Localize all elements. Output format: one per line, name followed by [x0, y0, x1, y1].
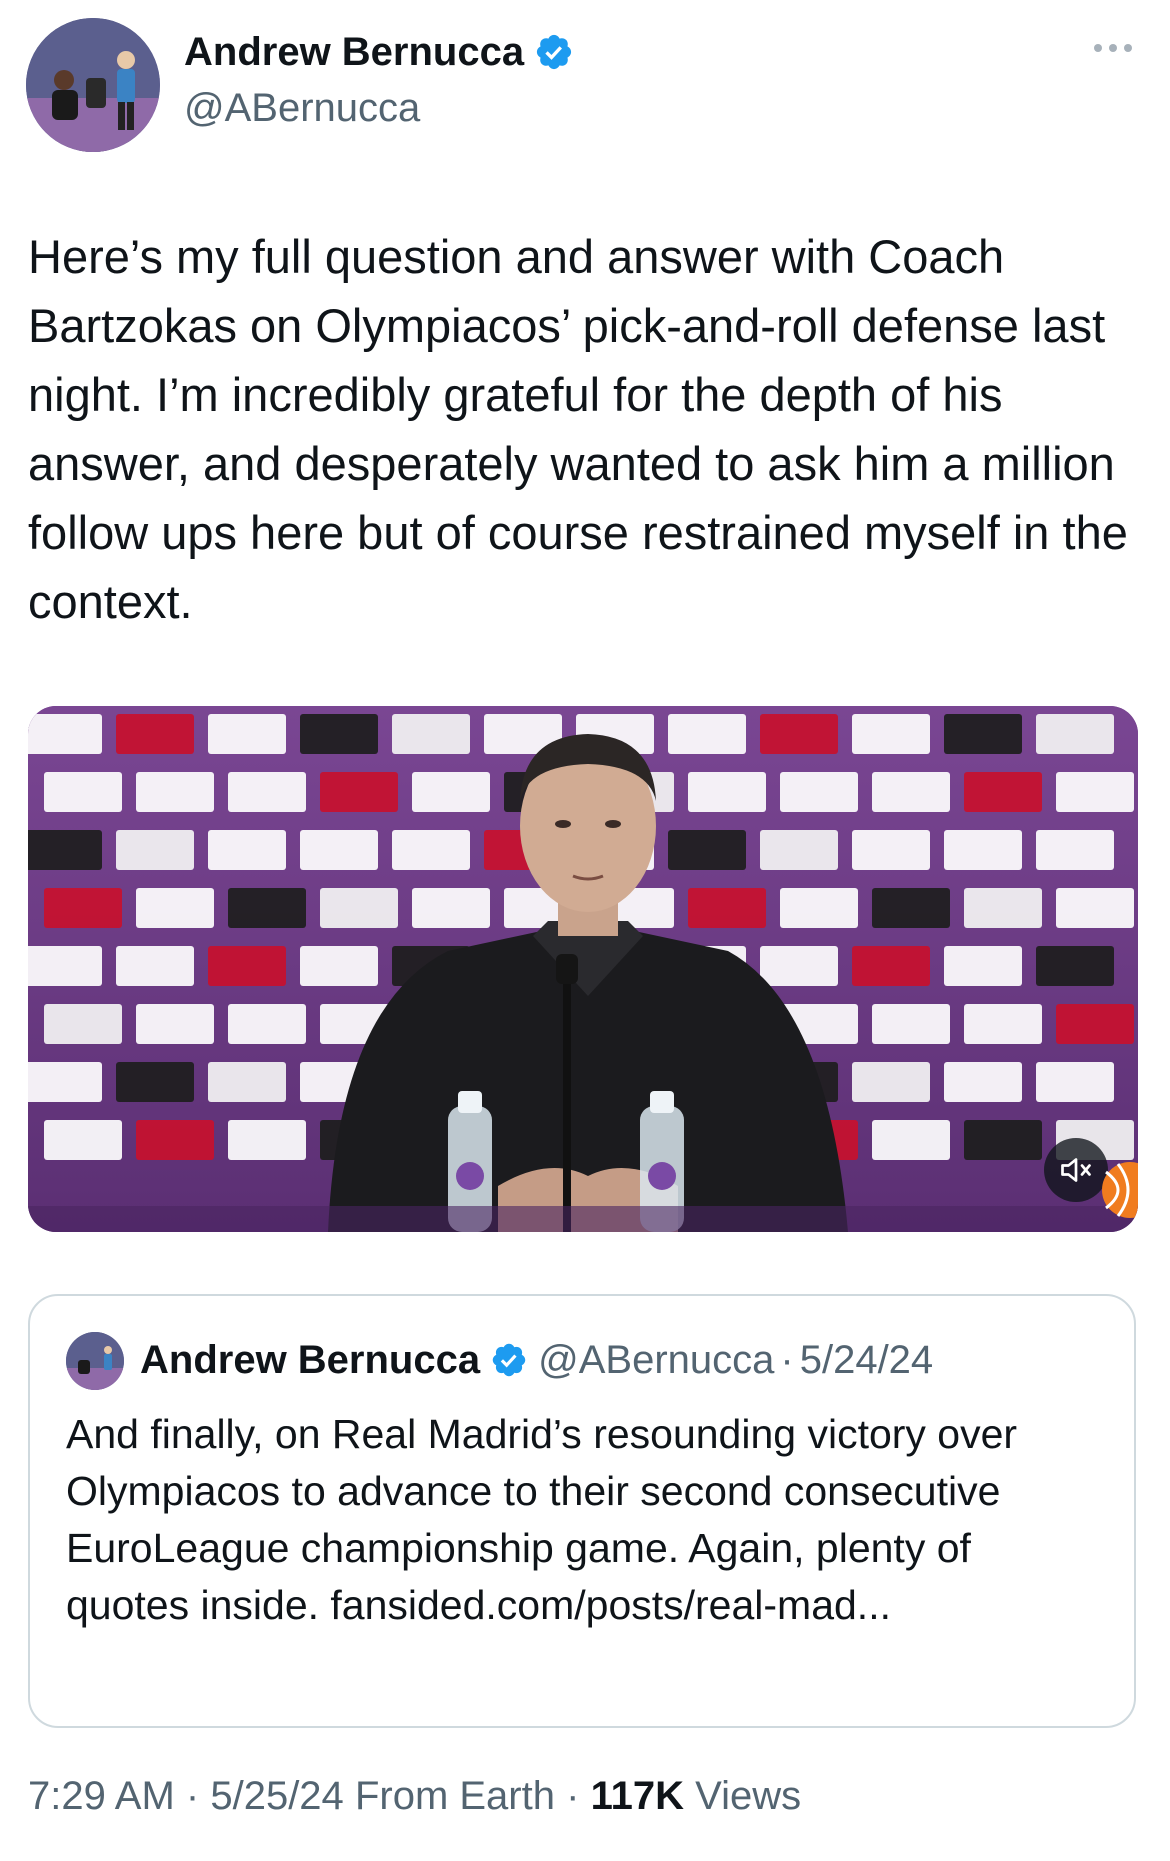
- video-frame: [28, 706, 1138, 1232]
- separator: ·: [185, 1774, 200, 1818]
- quoted-handle[interactable]: @ABernucca: [538, 1334, 774, 1386]
- author-handle[interactable]: @ABernucca: [184, 84, 420, 132]
- author-display-name[interactable]: Andrew Bernucca: [184, 28, 524, 76]
- verified-badge-icon: [492, 1343, 526, 1377]
- quoted-author-avatar[interactable]: [66, 1332, 124, 1390]
- separator: ·: [566, 1774, 580, 1818]
- tweet-date[interactable]: 5/25/24: [210, 1774, 343, 1818]
- video-player[interactable]: [28, 706, 1138, 1232]
- quoted-text: And finally, on Real Madrid’s resounding…: [66, 1411, 1018, 1628]
- author-avatar[interactable]: [26, 18, 160, 152]
- separator: ·: [780, 1338, 794, 1382]
- views-label[interactable]: Views: [695, 1774, 801, 1818]
- tweet-source: From Earth: [354, 1774, 555, 1818]
- views-count[interactable]: 117K: [591, 1774, 684, 1818]
- tweet-time[interactable]: 7:29 AM: [28, 1774, 175, 1818]
- more-options-icon[interactable]: [1086, 36, 1140, 60]
- quoted-tweet-card[interactable]: Andrew Bernucca @ABernucca · 5/24/24 And…: [28, 1294, 1136, 1728]
- tweet-meta: 7:29 AM · 5/25/24 From Earth · 117K View…: [28, 1768, 801, 1824]
- verified-badge-icon: [537, 34, 572, 70]
- quoted-display-name[interactable]: Andrew Bernucca: [140, 1334, 480, 1386]
- quoted-date[interactable]: 5/24/24: [800, 1334, 933, 1386]
- author-name-row: Andrew Bernucca: [184, 28, 574, 76]
- tweet-text: Here’s my full question and answer with …: [28, 230, 1141, 628]
- euroleague-logo-icon: [1102, 1162, 1138, 1218]
- quoted-header: Andrew Bernucca @ABernucca · 5/24/24: [140, 1334, 933, 1386]
